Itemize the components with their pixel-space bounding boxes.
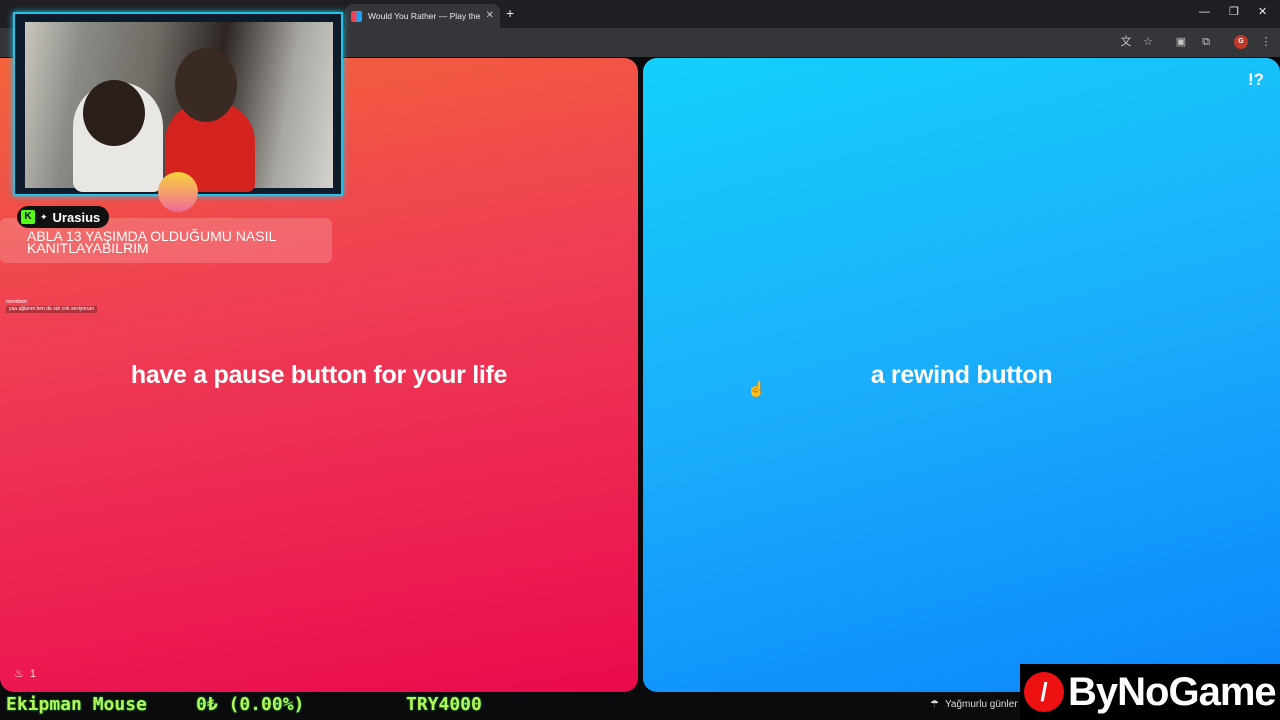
tab-title: Would You Rather — Play the G: [368, 11, 480, 21]
translate-icon[interactable]: 文: [1119, 35, 1133, 49]
ticker-value: 0₺ (0.00%): [196, 694, 305, 715]
logo-text: ByNoGame: [1068, 669, 1277, 714]
kick-logo-icon: K: [21, 210, 35, 224]
restore-button[interactable]: ❐: [1229, 6, 1239, 18]
mini-chat: merwbsrc yaa ağlarım ben de sizi cok sev…: [6, 299, 98, 313]
weather-widget: ☂ Yağmurlu günler: [930, 699, 1018, 710]
chat-username: Urasius: [52, 209, 101, 225]
mini-chat-user: merwbsrc: [6, 299, 28, 305]
help-button[interactable]: !?: [1248, 70, 1264, 90]
sun-decoration: [158, 172, 198, 212]
chat-message: ABLA 13 YAŞIMDA OLDUĞUMU NASIL KANITLAYA…: [27, 228, 276, 256]
weather-text: Yağmurlu günler: [944, 699, 1018, 710]
streamer-right-head: [175, 48, 237, 122]
ticker-item: Ekipman Mouse: [6, 694, 147, 715]
new-tab-button[interactable]: +: [506, 6, 514, 20]
option-left-text: have a pause button for your life: [130, 360, 508, 389]
extension-icon[interactable]: ▣: [1174, 35, 1188, 49]
menu-icon[interactable]: ⋮: [1259, 35, 1273, 49]
logo-mark-icon: /: [1024, 672, 1064, 712]
favicon-icon: [351, 10, 362, 22]
streamer-left-head: [83, 80, 145, 146]
badge-icon: ✦: [40, 211, 48, 222]
option-right-card[interactable]: a rewind button: [643, 58, 1280, 692]
sponsor-logo: / ByNoGame: [1020, 664, 1280, 720]
close-window-button[interactable]: ✕: [1258, 6, 1267, 18]
likes-count: 1: [29, 667, 36, 680]
browser-tab[interactable]: Would You Rather — Play the G ✕: [345, 4, 500, 28]
webcam-video: [25, 22, 333, 192]
flame-icon: ♨: [14, 668, 24, 680]
chat-user-pill: K ✦ Urasius: [17, 206, 110, 228]
profile-avatar[interactable]: G: [1234, 35, 1248, 49]
hand-cursor-icon: ☝: [747, 381, 766, 398]
minimize-button[interactable]: —: [1199, 6, 1210, 18]
ticker-price: TRY4000: [406, 694, 482, 715]
mini-chat-message: yaa ağlarım ben de sizi cok seviyoruro: [6, 306, 98, 313]
umbrella-icon: ☂: [930, 699, 939, 710]
option-right-text: a rewind button: [870, 360, 1053, 389]
puzzle-icon[interactable]: ⧉: [1199, 35, 1213, 49]
webcam-overlay: [13, 12, 343, 196]
likes-counter[interactable]: ♨ 1: [14, 667, 36, 681]
close-tab-icon[interactable]: ✕: [486, 11, 494, 21]
star-icon[interactable]: ☆: [1141, 35, 1155, 49]
